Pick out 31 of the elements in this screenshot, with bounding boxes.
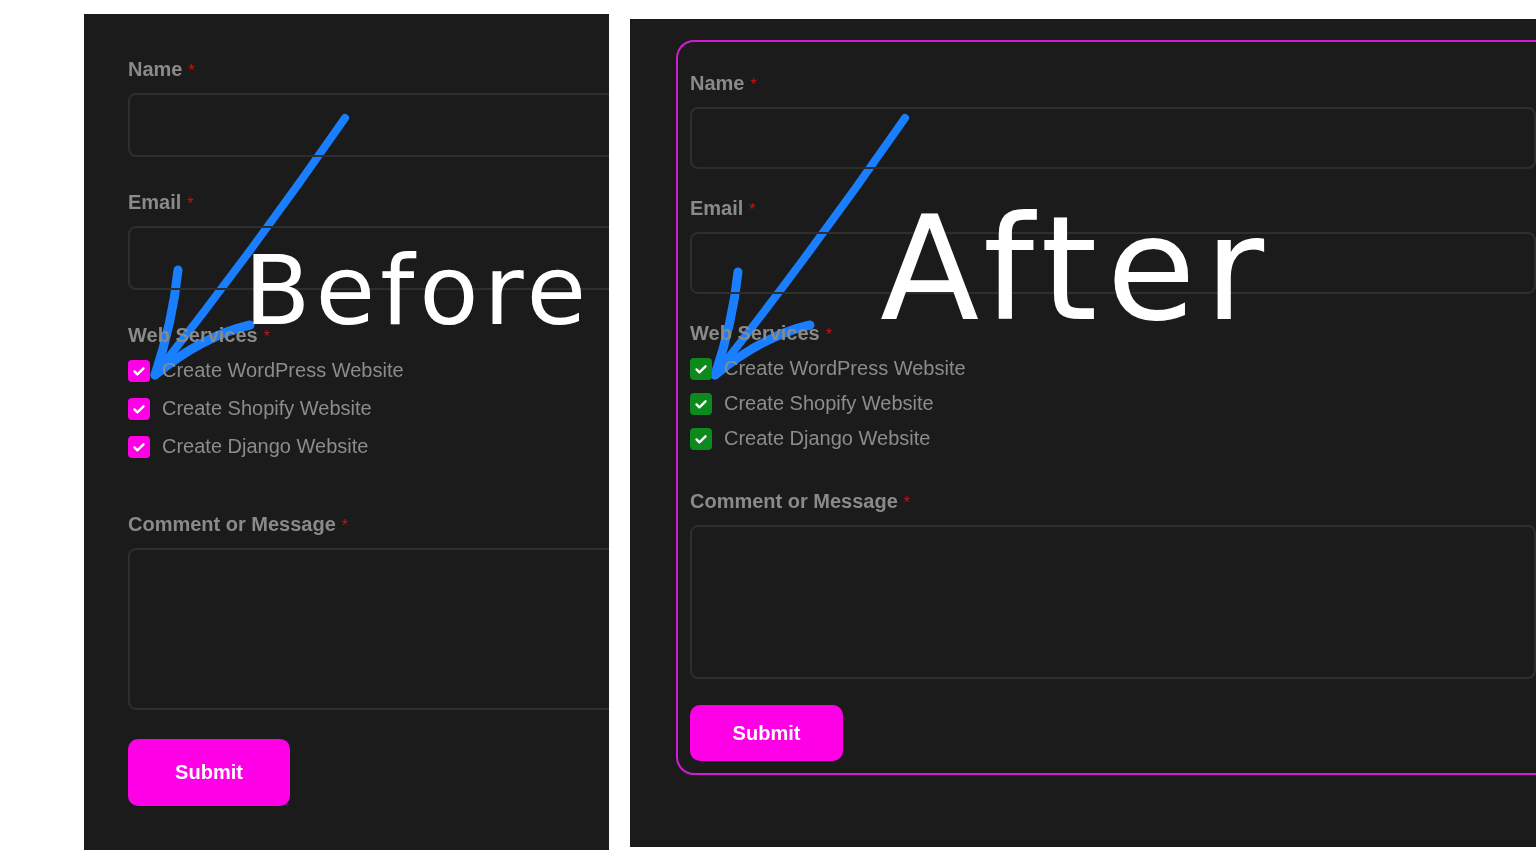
required-mark: *: [188, 62, 195, 80]
submit-button[interactable]: Submit: [128, 739, 290, 806]
submit-button[interactable]: Submit: [690, 705, 843, 761]
checkbox[interactable]: [128, 435, 150, 458]
checkbox-label: Create Shopify Website: [162, 397, 372, 420]
field-label: Name: [128, 58, 183, 81]
required-mark: *: [187, 195, 194, 213]
checkbox[interactable]: [128, 397, 150, 420]
field-label: Email: [690, 197, 744, 220]
field-label: Email: [128, 191, 182, 214]
checkbox[interactable]: [690, 357, 712, 380]
required-mark: *: [341, 517, 349, 535]
checkbox-label: Create Django Website: [162, 435, 369, 458]
checkbox[interactable]: [690, 392, 712, 415]
text-field[interactable]: [128, 93, 609, 157]
required-mark: *: [825, 326, 832, 344]
checkbox-label: Create Shopify Website: [724, 392, 934, 415]
caption-text: After: [880, 211, 1274, 327]
checkbox[interactable]: [128, 359, 150, 382]
required-mark: *: [903, 494, 911, 512]
field-label: Comment or Message: [690, 490, 898, 513]
field-label: Comment or Message: [128, 513, 336, 536]
required-mark: *: [750, 76, 757, 94]
checkbox-label: Create Django Website: [724, 427, 931, 450]
required-mark: *: [749, 201, 756, 219]
caption-text: Before: [244, 252, 592, 330]
field-label: Name: [690, 72, 745, 95]
checkbox[interactable]: [690, 427, 712, 450]
text-field[interactable]: [690, 107, 1536, 169]
checkbox-label: Create WordPress Website: [162, 359, 404, 382]
required-mark: *: [263, 328, 270, 346]
